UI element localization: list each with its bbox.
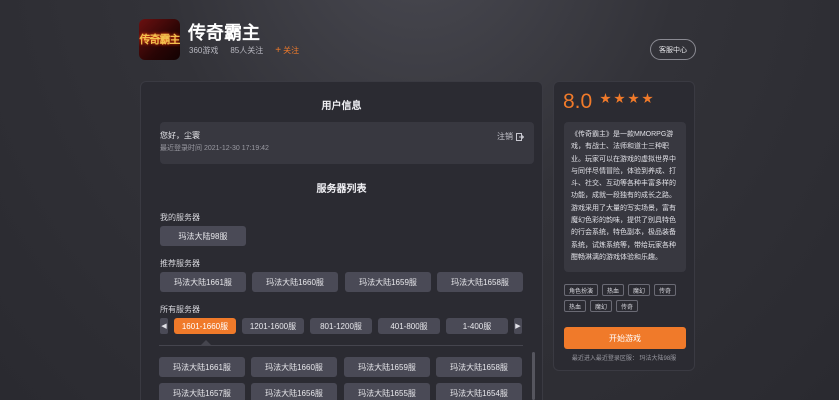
game-logo-text: 传奇霸主: [139, 33, 181, 46]
recommended-server-button[interactable]: 玛法大陆1658服: [437, 272, 523, 292]
my-server-button[interactable]: 玛法大陆98服: [160, 226, 246, 246]
range-tab[interactable]: 1-400服: [446, 318, 508, 334]
tag[interactable]: 魔幻: [628, 284, 651, 296]
rating-score: 8.0: [563, 90, 593, 113]
star-icon: [628, 93, 639, 104]
range-tab[interactable]: 801-1200服: [310, 318, 372, 334]
server-list-scrollbar[interactable]: [532, 352, 535, 400]
user-greeting: 您好，尘寰: [160, 131, 200, 140]
tag[interactable]: 魔幻: [590, 300, 613, 312]
tag-list: 角色扮演 热血 魔幻 传奇 热血 魔幻 传奇: [564, 284, 688, 312]
star-icon: [642, 93, 653, 104]
tag[interactable]: 热血: [602, 284, 625, 296]
tag[interactable]: 热血: [564, 300, 587, 312]
server-button[interactable]: 玛法大陆1659服: [344, 357, 430, 377]
plus-icon: +: [275, 44, 282, 56]
server-button[interactable]: 玛法大陆1656服: [251, 383, 337, 400]
logout-button[interactable]: 注销: [497, 131, 524, 142]
recommended-servers-label: 推荐服务器: [160, 259, 200, 268]
follower-count: 85人关注: [230, 46, 264, 55]
server-button[interactable]: 玛法大陆1661服: [159, 357, 245, 377]
start-game-button[interactable]: 开始游戏: [564, 327, 686, 349]
game-title: 传奇霸主: [188, 23, 260, 43]
customer-service-button[interactable]: 客服中心: [650, 39, 696, 60]
all-servers-label: 所有服务器: [160, 305, 200, 314]
tag[interactable]: 传奇: [616, 300, 639, 312]
game-header: 传奇霸主 传奇霸主 360游戏 85人关注 + 关注 客服中心: [139, 17, 696, 65]
follow-button[interactable]: + 关注: [275, 45, 299, 56]
star-icon: [600, 93, 611, 104]
game-description: 《传奇霸主》是一款MMORPG游戏，有战士、法师和道士三种职业。玩家可以在游戏的…: [564, 122, 686, 272]
main-panel: 用户信息 您好，尘寰 最近登录时间 2021-12-30 17:19:42 注销…: [140, 81, 543, 400]
tag[interactable]: 角色扮演: [564, 284, 599, 296]
range-tab[interactable]: 401-800服: [378, 318, 440, 334]
follow-label: 关注: [283, 46, 300, 55]
chevron-left-icon: ◀: [161, 323, 167, 330]
range-prev-button[interactable]: ◀: [160, 318, 168, 334]
server-button[interactable]: 玛法大陆1654服: [436, 383, 522, 400]
server-list-title: 服务器列表: [316, 184, 367, 195]
user-card: 您好，尘寰 最近登录时间 2021-12-30 17:19:42 注销: [160, 122, 534, 164]
game-source: 360游戏: [189, 46, 219, 55]
tag[interactable]: 传奇: [654, 284, 677, 296]
star-icon: [614, 93, 625, 104]
recommended-server-button[interactable]: 玛法大陆1659服: [345, 272, 431, 292]
recommended-server-button[interactable]: 玛法大陆1661服: [160, 272, 246, 292]
my-servers-label: 我的服务器: [160, 213, 200, 222]
server-button[interactable]: 玛法大陆1660服: [251, 357, 337, 377]
server-button[interactable]: 玛法大陆1658服: [436, 357, 522, 377]
range-next-button[interactable]: ▶: [514, 318, 522, 334]
game-logo: 传奇霸主: [139, 19, 180, 60]
server-button[interactable]: 玛法大陆1657服: [159, 383, 245, 400]
logout-label: 注销: [497, 132, 513, 141]
server-button[interactable]: 玛法大陆1655服: [344, 383, 430, 400]
logout-icon: [516, 132, 524, 141]
chevron-right-icon: ▶: [515, 323, 521, 330]
user-info-title: 用户信息: [321, 101, 362, 112]
range-tab-active[interactable]: 1601-1660服: [174, 318, 236, 334]
recommended-server-button[interactable]: 玛法大陆1660服: [252, 272, 338, 292]
rating-stars: [600, 93, 653, 104]
range-tab[interactable]: 1201-1600服: [242, 318, 304, 334]
recent-server-note: 最近进入最近登录区服： 玛法大陆98服: [571, 356, 677, 362]
game-info-panel: 8.0 《传奇霸主》是一款MMORPG游戏，有战士、法师和道士三种职业。玩家可以…: [553, 81, 695, 371]
last-login-time: 最近登录时间 2021-12-30 17:19:42: [160, 145, 269, 152]
list-divider: [159, 345, 523, 346]
game-meta: 360游戏 85人关注 + 关注: [189, 45, 299, 56]
